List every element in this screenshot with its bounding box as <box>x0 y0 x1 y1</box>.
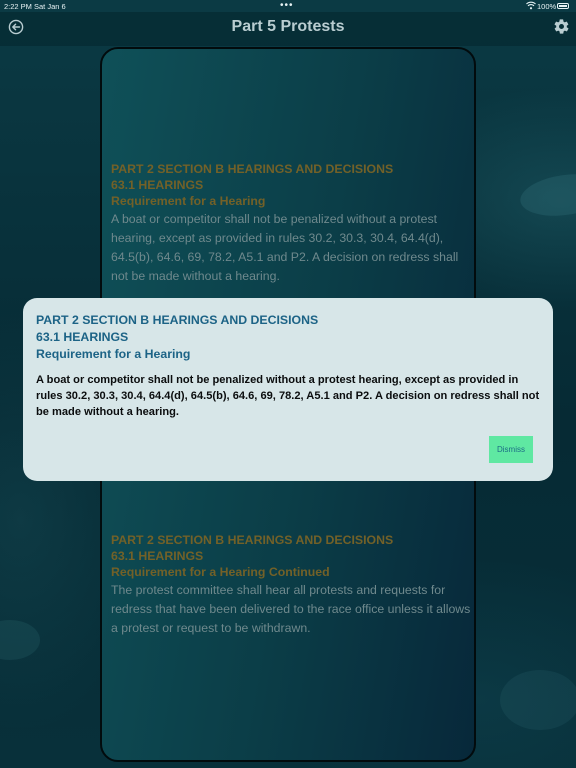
section-heading: Requirement for a Hearing Continued <box>111 565 330 579</box>
nav-bar: Part 5 Protests <box>0 12 576 46</box>
background-shape <box>500 670 576 730</box>
modal-heading: Requirement for a Hearing <box>36 347 191 361</box>
status-bar: 2:22 PM Sat Jan 6 ••• 100% <box>0 0 576 12</box>
multitasking-dots-icon[interactable]: ••• <box>280 0 294 11</box>
battery-icon <box>557 3 569 9</box>
battery-percent: 100% <box>537 2 557 11</box>
wifi-icon <box>526 1 536 10</box>
status-time: 2:22 PM <box>4 2 32 11</box>
status-date: Sat Jan 6 <box>34 2 66 11</box>
page-title: Part 5 Protests <box>231 18 345 35</box>
dismiss-button[interactable]: Dismiss <box>489 436 533 463</box>
section-rule: 63.1 HEARINGS <box>111 178 204 192</box>
modal-rule: 63.1 HEARINGS <box>36 330 129 344</box>
gear-icon[interactable] <box>553 18 570 35</box>
modal-body: A boat or competitor shall not be penali… <box>36 374 540 418</box>
section-heading: Requirement for a Hearing <box>111 194 266 208</box>
section-rule: 63.1 HEARINGS <box>111 549 204 563</box>
rule-section[interactable]: PART 2 SECTION B HEARINGS AND DECISIONS … <box>111 161 471 286</box>
section-part: PART 2 SECTION B HEARINGS AND DECISIONS <box>111 162 394 176</box>
rule-detail-modal: PART 2 SECTION B HEARINGS AND DECISIONS … <box>23 298 553 481</box>
section-text: A boat or competitor shall not be penali… <box>111 212 459 283</box>
rule-section[interactable]: PART 2 SECTION B HEARINGS AND DECISIONS … <box>111 532 471 638</box>
modal-part: PART 2 SECTION B HEARINGS AND DECISIONS <box>36 313 319 327</box>
section-part: PART 2 SECTION B HEARINGS AND DECISIONS <box>111 533 394 547</box>
section-text: The protest committee shall hear all pro… <box>111 583 471 635</box>
